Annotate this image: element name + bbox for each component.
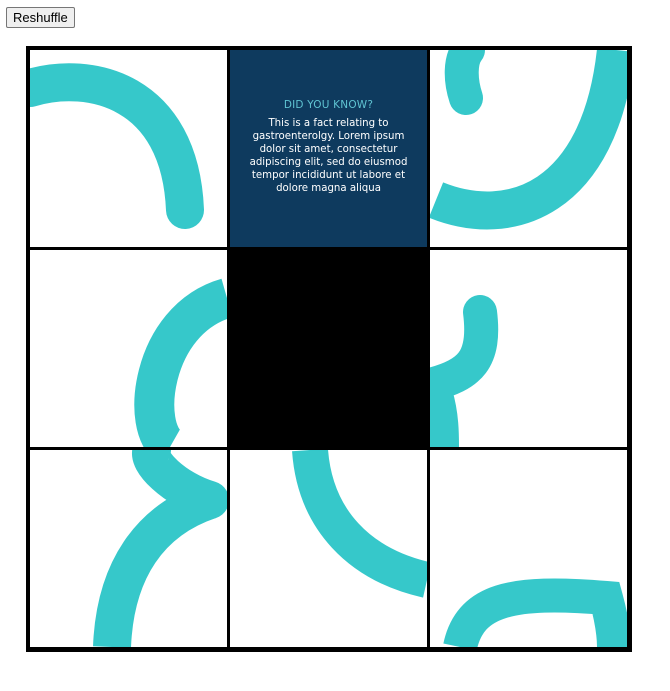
arc-graphic: [443, 578, 627, 647]
puzzle-tile-4[interactable]: [30, 250, 227, 447]
puzzle-tile-7[interactable]: [30, 450, 227, 647]
puzzle-tile-8[interactable]: [230, 450, 427, 647]
puzzle-tile-9[interactable]: [430, 450, 627, 647]
arc-graphic: [430, 50, 627, 230]
arc-graphic: [93, 450, 227, 647]
arc-graphic: [292, 450, 427, 598]
fact-text: This is a fact relating to gastroenterol…: [249, 118, 408, 194]
reshuffle-button[interactable]: Reshuffle: [6, 7, 75, 28]
empty-slot: [230, 250, 427, 447]
fact-title: DID YOU KNOW?: [283, 99, 374, 111]
puzzle-tile-6[interactable]: [430, 250, 627, 447]
arc-graphic: [430, 295, 499, 447]
puzzle-tile-1[interactable]: [30, 50, 227, 247]
arc-graphic: [134, 278, 227, 447]
fact-tile[interactable]: DID YOU KNOW? This is a fact relating to…: [230, 50, 427, 247]
puzzle-board: DID YOU KNOW? This is a fact relating to…: [26, 46, 632, 652]
arc-graphic: [30, 63, 204, 229]
puzzle-tile-3[interactable]: [430, 50, 627, 247]
